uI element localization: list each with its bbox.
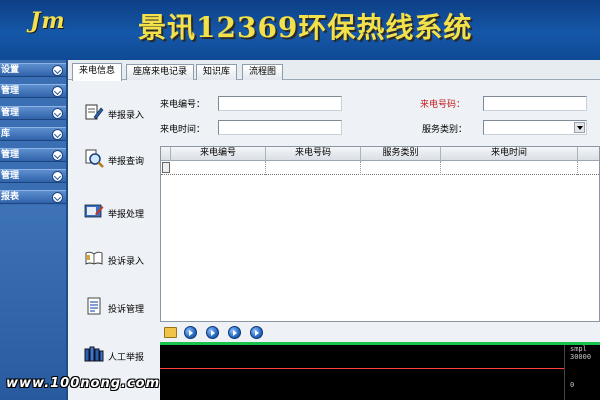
service-type-select[interactable] <box>483 120 587 135</box>
sidebar-item-label: 管理 <box>1 150 20 160</box>
sidebar-item-label: 管理 <box>1 171 20 181</box>
chevron-down-icon[interactable] <box>574 122 585 133</box>
main-area: 来电信息 座席来电记录 知识库 流程图 举报录入 举报查询 举报处理 投诉录入 … <box>68 60 600 400</box>
table-cell[interactable] <box>361 161 441 175</box>
chevron-down-icon[interactable] <box>52 150 63 161</box>
row-selector[interactable] <box>162 162 170 173</box>
sidebar: 设置 管理 管理 库 管理 管理 报表 <box>0 60 68 400</box>
waveform-baseline <box>160 368 564 369</box>
action-label: 举报录入 <box>108 111 145 121</box>
call-info-form: 来电编号： 来电号码： 来电时间： 服务类别： <box>160 94 600 138</box>
table-cell[interactable] <box>171 161 266 175</box>
caller-number-label: 来电号码： <box>420 100 466 110</box>
call-time-field[interactable] <box>218 120 342 135</box>
column-header-call-id[interactable]: 来电编号 <box>171 147 266 161</box>
sidebar-item-management-1[interactable]: 管理 <box>0 84 66 98</box>
column-header-service-type[interactable]: 服务类别 <box>361 147 441 161</box>
column-header-caller-number[interactable]: 来电号码 <box>266 147 361 161</box>
audio-player-toolbar <box>160 324 600 342</box>
search-magnifier-icon <box>85 149 104 168</box>
sidebar-item-reports[interactable]: 报表 <box>0 190 66 204</box>
sidebar-item-label: 设置 <box>1 65 20 75</box>
sidebar-item-management-2[interactable]: 管理 <box>0 106 66 120</box>
action-panel: 举报录入 举报查询 举报处理 投诉录入 投诉管理 人工举报 <box>74 86 156 400</box>
action-label: 投诉录入 <box>108 257 145 267</box>
sidebar-item-label: 管理 <box>1 86 20 96</box>
scale-zero-label: 0 <box>570 381 575 389</box>
tab-agent-call-records[interactable]: 座席来电记录 <box>126 64 195 80</box>
stop-button[interactable] <box>228 326 241 339</box>
sidebar-item-label: 报表 <box>1 192 20 202</box>
table-row[interactable] <box>161 161 599 175</box>
app-title: 景讯12369环保热线系统 <box>138 11 473 44</box>
waveform-display: smpl 30000 0 <box>160 342 600 400</box>
chevron-down-icon[interactable] <box>52 108 63 119</box>
sidebar-item-label: 库 <box>1 129 11 139</box>
sidebar-item-management-3[interactable]: 管理 <box>0 148 66 162</box>
table-header: 来电编号 来电号码 服务类别 来电时间 <box>161 147 599 161</box>
caller-number-field[interactable] <box>483 96 587 111</box>
report-entry-icon <box>85 104 104 120</box>
sidebar-item-library[interactable]: 库 <box>0 127 66 141</box>
action-label: 举报查询 <box>108 157 145 167</box>
table-cell[interactable] <box>441 161 578 175</box>
manual-report-button[interactable]: 人工举报 <box>84 344 164 368</box>
tab-flowchart[interactable]: 流程图 <box>242 64 284 80</box>
app-logo: Jm <box>30 8 66 34</box>
action-label: 人工举报 <box>108 353 145 363</box>
table-cell[interactable] <box>266 161 361 175</box>
report-query-button[interactable]: 举报查询 <box>84 148 164 172</box>
service-type-label: 服务类别： <box>422 125 468 135</box>
pause-button[interactable] <box>206 326 219 339</box>
sidebar-item-label: 管理 <box>1 108 20 118</box>
scale-unit-label: smpl <box>570 345 587 353</box>
sidebar-panel <box>0 206 66 400</box>
report-entry-button[interactable]: 举报录入 <box>84 102 164 126</box>
chevron-down-icon[interactable] <box>52 65 63 76</box>
next-button[interactable] <box>250 326 263 339</box>
chevron-down-icon[interactable] <box>52 86 63 97</box>
sidebar-item-settings[interactable]: 设置 <box>0 63 66 77</box>
document-list-icon <box>87 297 101 315</box>
tab-knowledge-base[interactable]: 知识库 <box>196 64 238 80</box>
action-label: 举报处理 <box>108 210 145 220</box>
complaint-entry-button[interactable]: 投诉录入 <box>84 248 164 272</box>
chevron-down-icon[interactable] <box>52 129 63 140</box>
book-icon <box>85 251 103 265</box>
chevron-down-icon[interactable] <box>52 171 63 182</box>
people-icon <box>84 346 104 362</box>
watermark: www.100nong.com <box>6 376 161 391</box>
report-process-button[interactable]: 举报处理 <box>84 201 164 225</box>
complaint-manage-button[interactable]: 投诉管理 <box>84 296 164 320</box>
column-header-call-time[interactable]: 来电时间 <box>441 147 578 161</box>
action-label: 投诉管理 <box>108 305 145 315</box>
row-selector-header <box>161 147 171 161</box>
chevron-down-icon[interactable] <box>52 192 63 203</box>
call-id-label: 来电编号： <box>160 100 206 110</box>
tab-call-info[interactable]: 来电信息 <box>72 63 123 81</box>
play-button[interactable] <box>184 326 197 339</box>
call-records-table: 来电编号 来电号码 服务类别 来电时间 <box>160 146 600 322</box>
app-header: Jm 景讯12369环保热线系统 <box>0 0 600 60</box>
sidebar-item-management-4[interactable]: 管理 <box>0 169 66 183</box>
report-process-icon <box>84 204 104 218</box>
call-time-label: 来电时间： <box>160 125 206 135</box>
open-folder-icon[interactable] <box>164 327 177 338</box>
waveform-scale: smpl 30000 0 <box>564 345 600 400</box>
tab-bar: 来电信息 座席来电记录 知识库 流程图 <box>68 60 600 81</box>
scale-max-label: 30000 <box>570 353 592 361</box>
call-id-field[interactable] <box>218 96 342 111</box>
